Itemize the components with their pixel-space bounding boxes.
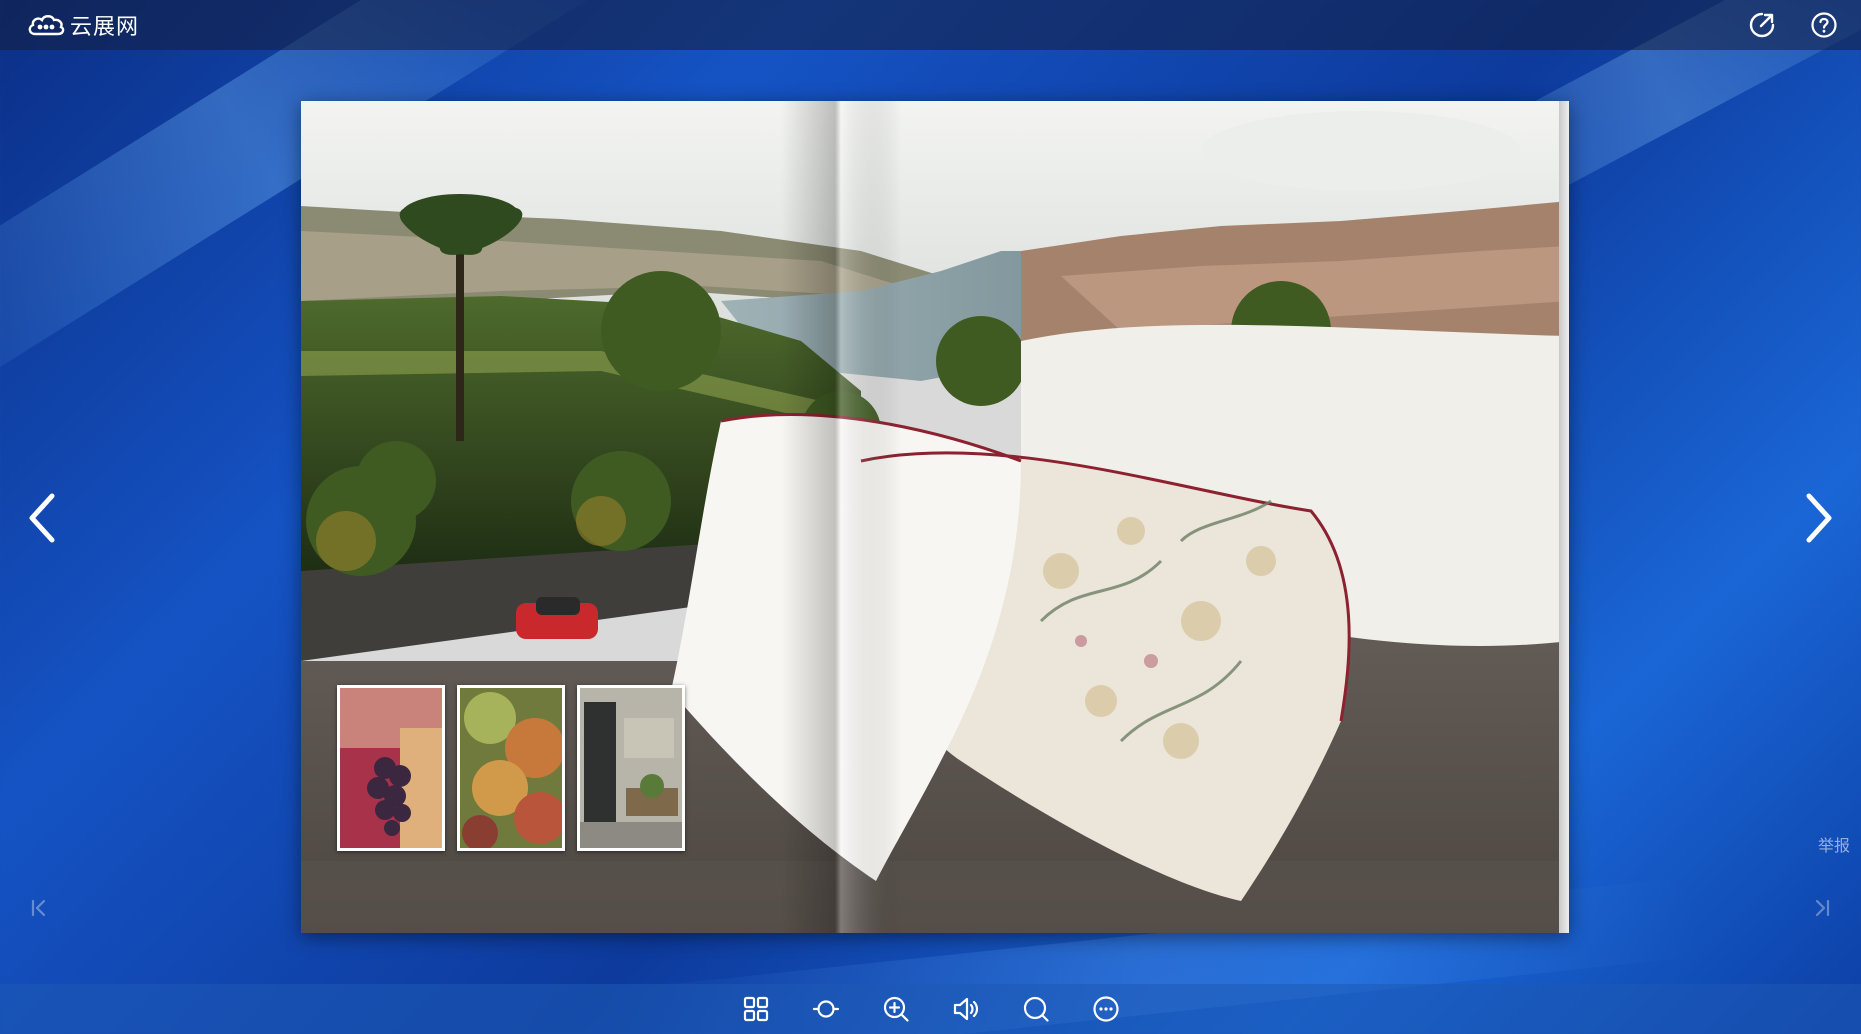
chevron-right-icon: [1806, 493, 1832, 543]
sound-icon: [953, 997, 978, 1021]
report-link[interactable]: 举报: [1818, 832, 1850, 856]
more-icon: [1092, 996, 1119, 1022]
thumbnail-stone-doorway[interactable]: [577, 685, 685, 851]
cloud-logo-icon: [28, 15, 65, 36]
help-button[interactable]: [1809, 10, 1839, 40]
chevron-left-icon: [29, 493, 55, 543]
search-icon: [1023, 996, 1049, 1022]
last-page-button[interactable]: [1810, 896, 1834, 920]
first-page-button[interactable]: [27, 896, 51, 920]
more-button[interactable]: [1086, 989, 1126, 1029]
next-page-button[interactable]: [1797, 488, 1841, 548]
vine-leaves-photo: [460, 688, 562, 848]
thumbnails-grid-icon: [743, 996, 768, 1022]
thumbnail-grapes[interactable]: [337, 685, 445, 851]
help-icon: [1811, 12, 1837, 38]
top-bar: 云展网: [0, 0, 1861, 50]
bottom-toolbar: [0, 984, 1861, 1034]
thumbnail-vine-leaves[interactable]: [457, 685, 565, 851]
autoplay-icon: [812, 1000, 839, 1018]
grapes-photo: [340, 688, 442, 848]
zoom-in-icon: [883, 996, 909, 1022]
search-button[interactable]: [1016, 989, 1056, 1029]
last-page-icon: [1815, 899, 1830, 917]
prev-page-button[interactable]: [20, 488, 64, 548]
first-page-icon: [31, 899, 46, 917]
autoplay-button[interactable]: [806, 989, 846, 1029]
zoom-in-button[interactable]: [876, 989, 916, 1029]
stone-doorway-photo: [580, 688, 682, 848]
share-button[interactable]: [1747, 10, 1777, 40]
share-icon: [1749, 12, 1775, 38]
book-spread[interactable]: [301, 101, 1569, 933]
thumbnails-button[interactable]: [736, 989, 776, 1029]
brand-name: 云展网: [70, 14, 140, 39]
top-actions: [1715, 10, 1839, 40]
sound-button[interactable]: [946, 989, 986, 1029]
brand[interactable]: 云展网: [26, 9, 139, 41]
page-edge: [1559, 101, 1569, 933]
